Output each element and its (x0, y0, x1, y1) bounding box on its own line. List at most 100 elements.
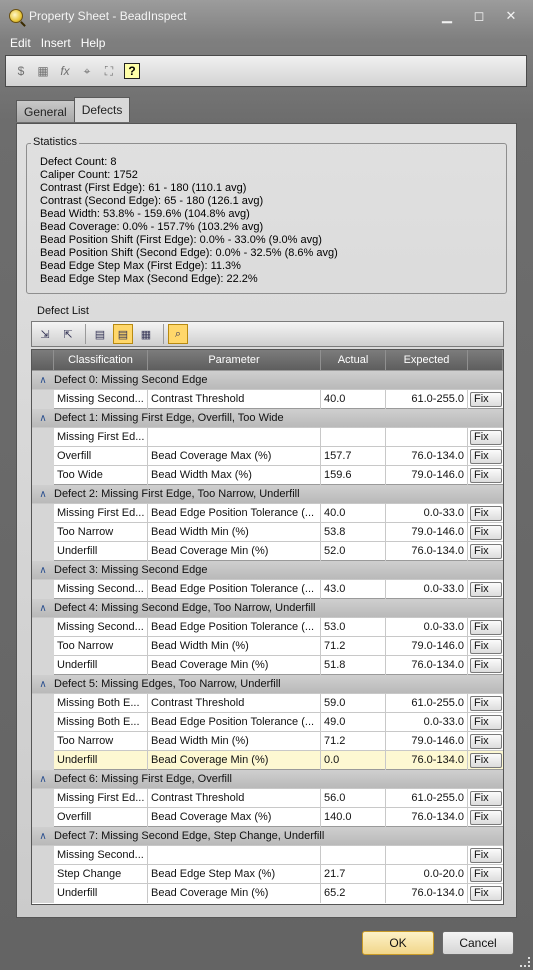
parameter-cell: Contrast Threshold (148, 389, 321, 409)
defect-group-header[interactable]: ∧ Defect 3: Missing Second Edge (32, 560, 503, 579)
defect-group-header[interactable]: ∧ Defect 1: Missing First Edge, Overfill,… (32, 408, 503, 427)
minimize-icon[interactable]: ▁ (431, 6, 463, 26)
maximize-icon[interactable]: ◻ (463, 6, 495, 26)
variable-icon[interactable]: $ (10, 60, 32, 82)
tab-general[interactable]: General (16, 100, 75, 122)
fix-button[interactable]: Fix (470, 467, 502, 483)
collapse-chevron-icon[interactable]: ∧ (32, 375, 54, 386)
fix-button[interactable]: Fix (470, 790, 502, 806)
defect-row[interactable]: Missing First Ed... Contrast Threshold 56.… (32, 788, 503, 808)
defect-row[interactable]: Underfill Bead Coverage Min (%) 51.8 76.0-1… (32, 655, 503, 675)
fix-button[interactable]: Fix (470, 866, 502, 882)
collapse-chevron-icon[interactable]: ∧ (32, 679, 54, 690)
fix-button[interactable]: Fix (470, 619, 502, 635)
defect-row[interactable]: Missing First Ed... Fix (32, 427, 503, 447)
fix-button[interactable]: Fix (470, 885, 502, 901)
defect-group-header[interactable]: ∧ Defect 6: Missing First Edge, Overfill (32, 769, 503, 788)
menu-edit[interactable]: Edit (5, 36, 36, 50)
fix-button[interactable]: Fix (470, 429, 502, 445)
fix-button[interactable]: Fix (470, 657, 502, 673)
window-title: Property Sheet - BeadInspect (29, 9, 187, 23)
magnifier-app-icon (9, 9, 23, 23)
fix-button[interactable]: Fix (470, 448, 502, 464)
collapse-chevron-icon[interactable]: ∧ (32, 831, 54, 842)
header-parameter[interactable]: Parameter (148, 350, 321, 370)
help-icon[interactable]: ? (124, 63, 140, 79)
header-actual[interactable]: Actual (321, 350, 386, 370)
defect-row[interactable]: Overfill Bead Coverage Max (%) 157.7 76.0-1… (32, 446, 503, 466)
row-indent (32, 465, 54, 485)
row-indent (32, 883, 54, 903)
defect-row[interactable]: Too Narrow Bead Width Min (%) 71.2 79.0-146… (32, 636, 503, 656)
statistics-line: Bead Edge Step Max (First Edge): 11.3% (40, 260, 241, 272)
defect-row[interactable]: Underfill Bead Coverage Min (%) 65.2 76.0-1… (32, 883, 503, 903)
fix-button[interactable]: Fix (470, 714, 502, 730)
defect-row[interactable]: Missing Both E... Bead Edge Position Tole… (32, 712, 503, 732)
table-icon[interactable]: ▦ (32, 60, 54, 82)
region-select-icon[interactable]: ⛶ (98, 60, 120, 82)
row-indent (32, 522, 54, 542)
collapse-chevron-icon[interactable]: ∧ (32, 774, 54, 785)
fix-button[interactable]: Fix (470, 752, 502, 768)
classification-cell: Too Narrow (54, 731, 148, 751)
expand-all-icon[interactable]: ⇲ (35, 324, 55, 344)
grouped-view-icon[interactable]: ▤ (113, 324, 133, 344)
ok-button[interactable]: OK (362, 931, 434, 955)
defect-list-toolbar: ⇲ ⇱ ▤ ▤ ▦ ⌕ (31, 321, 504, 347)
collapse-chevron-icon[interactable]: ∧ (32, 413, 54, 424)
defect-group-header[interactable]: ∧ Defect 0: Missing Second Edge (32, 370, 503, 389)
list-view-icon[interactable]: ▦ (136, 324, 156, 344)
fix-button[interactable]: Fix (470, 543, 502, 559)
statistics-line: Bead Coverage: 0.0% - 157.7% (103.2% avg… (40, 221, 264, 233)
defect-row[interactable]: Underfill Bead Coverage Min (%) 52.0 76.0-1… (32, 541, 503, 561)
menu-help[interactable]: Help (76, 36, 111, 50)
fix-cell: Fix (468, 637, 503, 656)
defect-row[interactable]: Missing Both E... Contrast Threshold 59.0 6… (32, 693, 503, 713)
fix-button[interactable]: Fix (470, 809, 502, 825)
menu-insert[interactable]: Insert (36, 36, 76, 50)
collapse-chevron-icon[interactable]: ∧ (32, 565, 54, 576)
fix-cell: Fix (468, 808, 503, 827)
tab-defects[interactable]: Defects (73, 97, 131, 122)
function-icon[interactable]: fx (54, 60, 76, 82)
pointer-icon[interactable]: ⌖ (76, 60, 98, 82)
defect-row[interactable]: Missing Second... Fix (32, 845, 503, 865)
defect-group-header[interactable]: ∧ Defect 2: Missing First Edge, Too Narro… (32, 484, 503, 503)
defect-row[interactable]: Underfill Bead Coverage Min (%) 0.0 76.0-13… (32, 750, 503, 770)
fix-button[interactable]: Fix (470, 391, 502, 407)
expected-cell: 61.0-255.0 (386, 693, 468, 713)
defect-row[interactable]: Missing Second... Contrast Threshold 40.0 6… (32, 389, 503, 409)
defect-row[interactable]: Overfill Bead Coverage Max (%) 140.0 76.0-1… (32, 807, 503, 827)
defect-row[interactable]: Missing Second... Bead Edge Position Tole… (32, 579, 503, 599)
cancel-button[interactable]: Cancel (442, 931, 514, 955)
defect-row[interactable]: Missing Second... Bead Edge Position Tole… (32, 617, 503, 637)
defect-group-header[interactable]: ∧ Defect 5: Missing Edges, Too Narrow, Un… (32, 674, 503, 693)
fix-button[interactable]: Fix (470, 524, 502, 540)
fix-button[interactable]: Fix (470, 847, 502, 863)
fix-button[interactable]: Fix (470, 695, 502, 711)
collapse-all-icon[interactable]: ⇱ (58, 324, 78, 344)
close-icon[interactable]: ✕ (495, 6, 527, 26)
grid-view-icon[interactable]: ▤ (90, 324, 110, 344)
collapse-chevron-icon[interactable]: ∧ (32, 603, 54, 614)
fix-button[interactable]: Fix (470, 733, 502, 749)
title-bar[interactable]: Property Sheet - BeadInspect ▁ ◻ ✕ (0, 0, 533, 32)
header-expected[interactable]: Expected (386, 350, 468, 370)
defect-row[interactable]: Too Wide Bead Width Max (%) 159.6 79.0-146.… (32, 465, 503, 485)
fix-button[interactable]: Fix (470, 581, 502, 597)
defect-group-header[interactable]: ∧ Defect 4: Missing Second Edge, Too Narr… (32, 598, 503, 617)
classification-cell: Missing First Ed... (54, 503, 148, 523)
defect-row[interactable]: Missing First Ed... Bead Edge Position To… (32, 503, 503, 523)
defect-row[interactable]: Too Narrow Bead Width Min (%) 71.2 79.0-146… (32, 731, 503, 751)
collapse-chevron-icon[interactable]: ∧ (32, 489, 54, 500)
defect-group-header[interactable]: ∧ Defect 7: Missing Second Edge, Step Cha… (32, 826, 503, 845)
resize-grip[interactable] (520, 957, 530, 967)
row-indent (32, 655, 54, 675)
header-classification[interactable]: Classification (54, 350, 148, 370)
row-indent (32, 712, 54, 732)
fix-button[interactable]: Fix (470, 505, 502, 521)
locate-defect-icon[interactable]: ⌕ (168, 324, 188, 344)
defect-row[interactable]: Step Change Bead Edge Step Max (%) 21.7 0.0… (32, 864, 503, 884)
fix-button[interactable]: Fix (470, 638, 502, 654)
defect-row[interactable]: Too Narrow Bead Width Min (%) 53.8 79.0-146… (32, 522, 503, 542)
